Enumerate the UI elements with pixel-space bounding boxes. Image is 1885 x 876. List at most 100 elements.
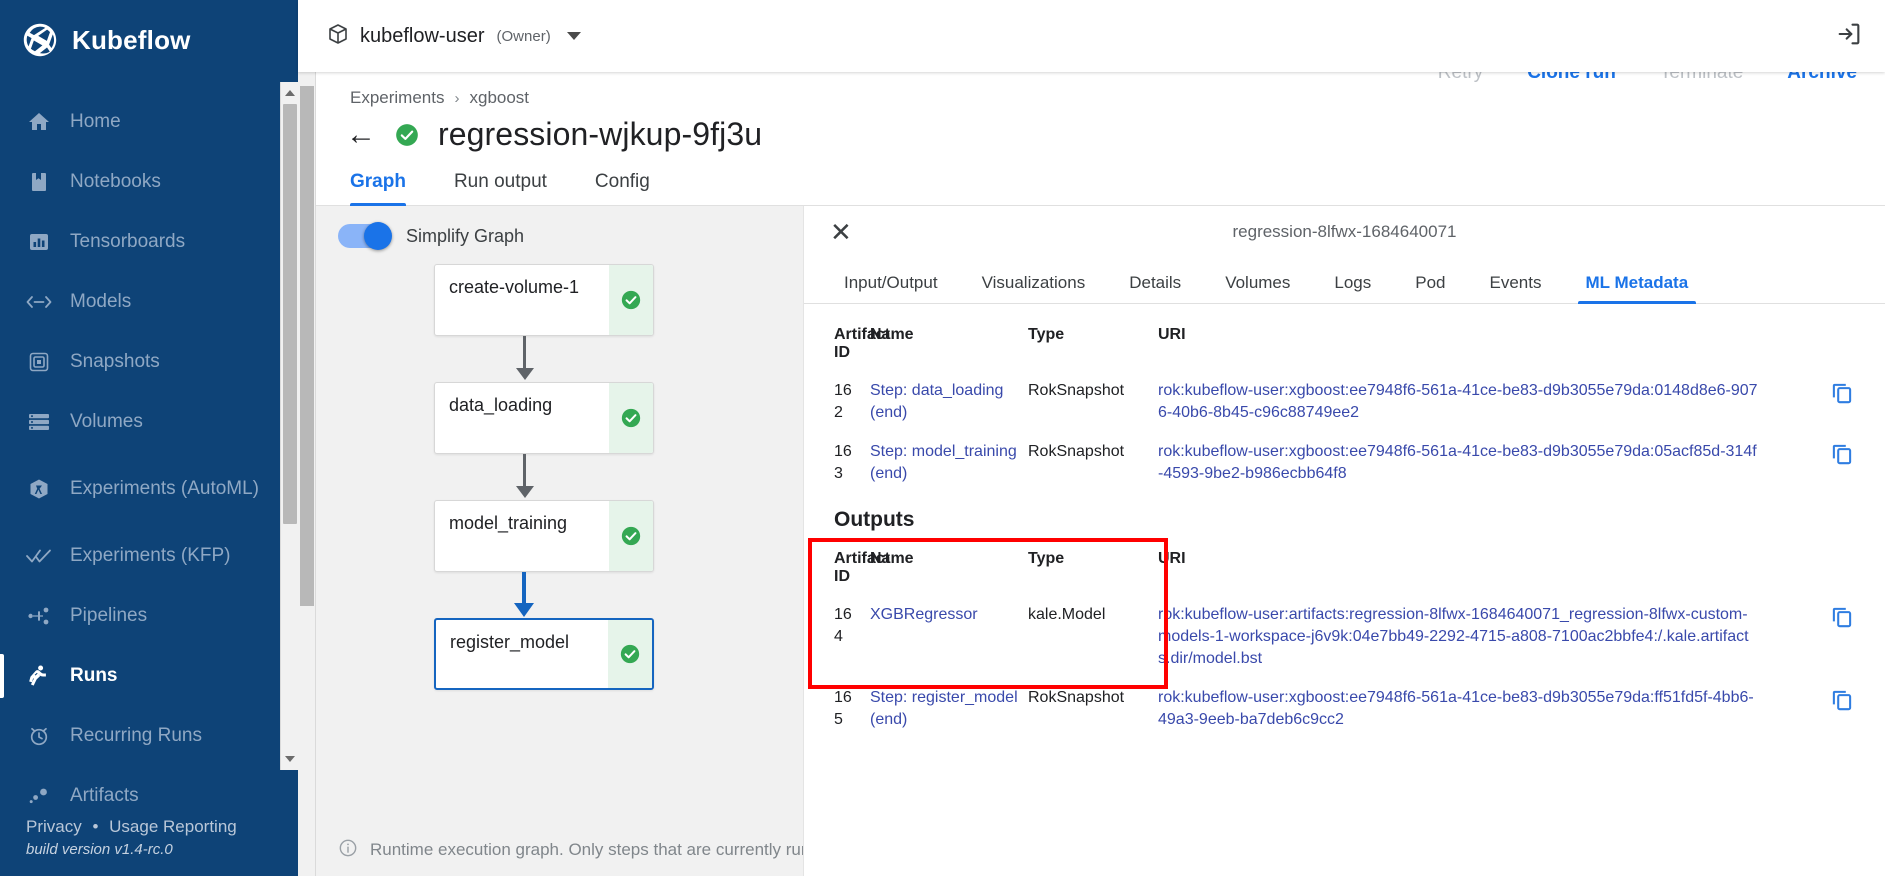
tab-pod[interactable]: Pod [1393,273,1467,303]
column-header-uri: URI [1158,326,1186,343]
cell-artifact-id: 163 [834,443,852,482]
ml-metadata-content: Artifact ID Name Type URI 162 Step: data… [804,304,1885,876]
table-row: 165 Step: register_model (end) RokSnapsh… [804,679,1885,740]
sidebar-item-label: Snapshots [70,350,160,372]
code-arrows-icon [26,289,52,315]
scroll-up-arrow-icon[interactable] [281,84,299,102]
sidebar-nav: Home Notebooks Tensorboards Models Snaps… [0,92,298,809]
breadcrumb-item-xgboost[interactable]: xgboost [469,88,529,108]
graph-canvas[interactable]: create-volume-1 data_loading model_train… [316,248,803,876]
cell-artifact-uri[interactable]: rok:kubeflow-user:xgboost:ee7948f6-561a-… [1158,372,1829,433]
close-icon[interactable]: ✕ [830,219,852,245]
copy-icon[interactable] [1829,380,1875,413]
privacy-link[interactable]: Privacy [26,817,82,836]
column-header-copy [1829,542,1885,596]
sidebar-item-recurring-runs[interactable]: Recurring Runs [0,706,298,766]
tab-ml-metadata[interactable]: ML Metadata [1564,273,1711,304]
automl-icon [26,476,52,502]
cell-artifact-name[interactable]: Step: model_training (end) [870,433,1028,494]
copy-icon[interactable] [1829,441,1875,474]
cell-artifact-uri[interactable]: rok:kubeflow-user:xgboost:ee7948f6-561a-… [1158,433,1829,494]
storage-icon [26,409,52,435]
kubeflow-logo-icon [22,22,58,58]
scrollbar-thumb[interactable] [283,104,297,524]
namespace-name: kubeflow-user [360,24,485,47]
footer-separator: • [92,817,99,836]
tab-events[interactable]: Events [1468,273,1564,303]
simplify-graph-toggle[interactable] [338,222,392,250]
page-scrollbar[interactable] [298,72,316,876]
back-arrow-icon[interactable]: ← [346,119,376,150]
sidebar-item-runs[interactable]: Runs [0,646,298,706]
tab-details[interactable]: Details [1107,273,1203,303]
column-header-type: Type [1028,326,1065,343]
sidebar-item-notebooks[interactable]: Notebooks [0,152,298,212]
table-row: 164 XGBRegressor kale.Model rok:kubeflow… [804,596,1885,679]
tab-volumes[interactable]: Volumes [1203,273,1312,303]
column-header-artifact-id: Artifact ID [834,550,891,586]
outputs-table-wrapper: Artifact ID Name Type URI 164 XGBRegress… [804,538,1885,740]
cell-artifact-uri[interactable]: rok:kubeflow-user:artifacts:regression-8… [1158,596,1829,679]
double-check-icon [26,543,52,569]
graph-node-data-loading[interactable]: data_loading [434,382,654,454]
sidebar-item-volumes[interactable]: Volumes [0,392,298,452]
sidebar-footer: Privacy • Usage Reporting build version … [0,809,298,876]
logout-button[interactable] [1835,20,1863,53]
snapshot-icon [26,349,52,375]
sidebar-item-pipelines[interactable]: Pipelines [0,586,298,646]
cell-artifact-id: 164 [834,606,852,645]
outputs-artifacts-table: Artifact ID Name Type URI 164 XGBRegress… [804,542,1885,740]
cell-copy [1829,596,1885,679]
copy-icon[interactable] [1829,687,1875,720]
brand[interactable]: Kubeflow [0,0,298,80]
scrollbar-thumb[interactable] [300,86,314,606]
tab-run-output[interactable]: Run output [454,171,573,205]
sidebar: Kubeflow Home Notebooks Tensorboards Mod… [0,0,298,876]
cell-artifact-name[interactable]: Step: data_loading (end) [870,372,1028,433]
copy-icon[interactable] [1829,604,1875,637]
namespace-selector[interactable]: kubeflow-user (Owner) [326,22,581,51]
tab-config[interactable]: Config [595,171,676,205]
main-area: kubeflow-user (Owner) Experiments › xgbo… [298,0,1885,876]
graph-node-register-model[interactable]: register_model [434,618,654,690]
namespace-role: (Owner) [496,27,551,45]
sidebar-item-models[interactable]: Models [0,272,298,332]
node-label: model_training [449,513,568,533]
node-status-success-icon [609,265,653,335]
tab-input-output[interactable]: Input/Output [822,273,960,303]
sidebar-item-home[interactable]: Home [0,92,298,152]
cell-artifact-name[interactable]: Step: register_model (end) [870,679,1028,740]
node-details-panel: ✕ regression-8lfwx-1684640071 Input/Outp… [803,206,1885,876]
tab-logs[interactable]: Logs [1312,273,1393,303]
info-icon [338,838,358,863]
cell-copy [1829,679,1885,740]
node-label: register_model [450,632,570,652]
usage-reporting-link[interactable]: Usage Reporting [109,817,237,836]
graph-node-model-training[interactable]: model_training [434,500,654,572]
simplify-graph-label: Simplify Graph [406,225,525,246]
tab-visualizations[interactable]: Visualizations [960,273,1108,303]
page: Experiments › xgboost ← regression-wjkup… [316,62,1885,876]
cell-artifact-name[interactable]: XGBRegressor [870,596,1028,679]
sidebar-item-experiments-kfp[interactable]: Experiments (KFP) [0,526,298,586]
sidebar-item-artifacts[interactable]: Artifacts [0,766,298,809]
alarm-clock-icon [26,723,52,749]
sidebar-item-label: Pipelines [70,604,148,626]
sidebar-item-snapshots[interactable]: Snapshots [0,332,298,392]
graph-panel: Simplify Graph create-volume-1 data_load… [316,206,803,876]
outputs-section-title: Outputs [834,508,915,532]
node-status-success-icon [609,501,653,571]
graph-node-create-volume-1[interactable]: create-volume-1 [434,264,654,336]
cell-artifact-uri[interactable]: rok:kubeflow-user:xgboost:ee7948f6-561a-… [1158,679,1829,740]
notebook-icon [26,169,52,195]
tab-graph[interactable]: Graph [350,171,432,206]
breadcrumb-item-experiments[interactable]: Experiments [350,88,444,108]
sidebar-scrollbar[interactable] [280,82,298,770]
sidebar-item-experiments-automl[interactable]: Experiments (AutoML) [0,452,298,526]
table-header-row: Artifact ID Name Type URI [804,542,1885,596]
sidebar-item-label: Notebooks [70,170,161,192]
sidebar-item-tensorboards[interactable]: Tensorboards [0,212,298,272]
chevron-down-icon[interactable] [566,32,581,40]
run-tabs: Graph Run output Config [316,153,1885,206]
scroll-down-arrow-icon[interactable] [281,750,299,768]
